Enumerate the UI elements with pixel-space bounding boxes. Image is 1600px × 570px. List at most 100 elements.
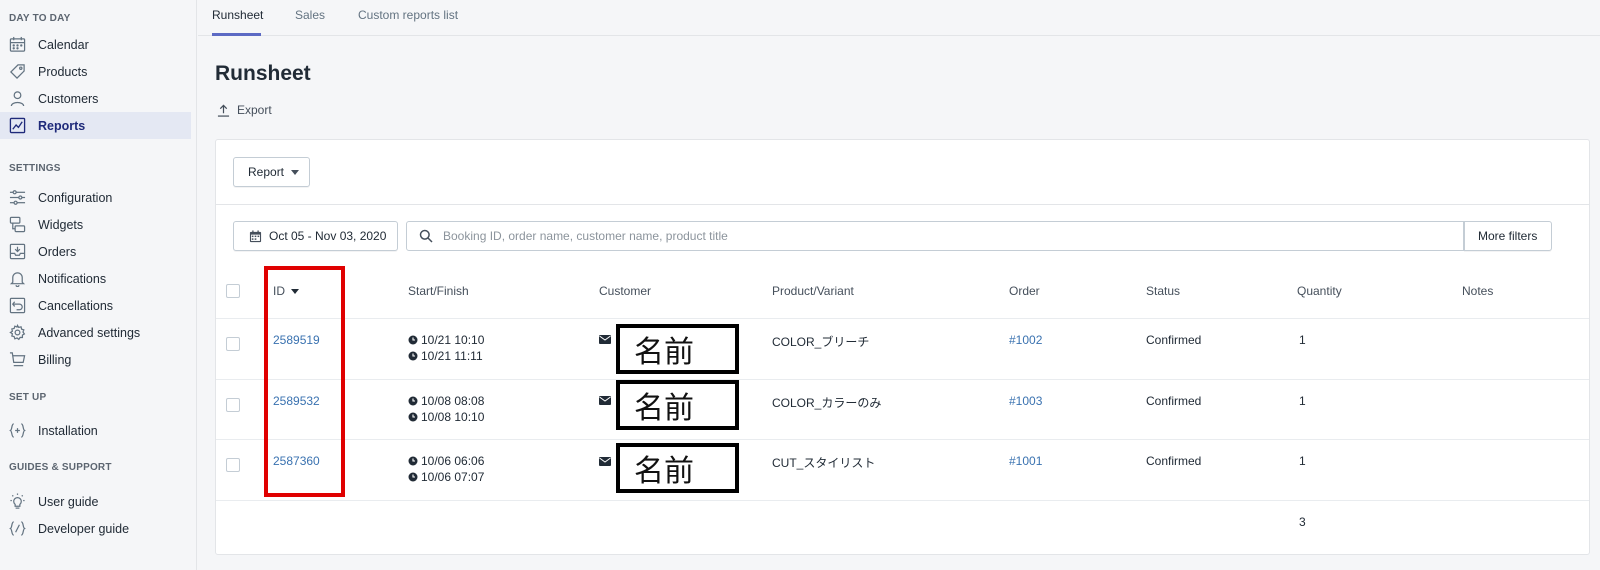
calendar-icon [8,36,26,54]
upload-icon [217,104,230,117]
widgets-icon [8,216,26,234]
search-input[interactable] [443,229,1343,243]
product-variant: COLOR_カラーのみ [772,396,882,410]
sidebar-item-installation[interactable]: Installation [0,417,191,444]
tab-sales[interactable]: Sales [295,8,325,22]
clock-icon [408,396,418,406]
product-variant: COLOR_ブリーチ [772,335,870,349]
sidebar-item-label: Billing [38,352,72,367]
customer-name: 名前 [616,443,739,493]
column-header-status: Status [1146,284,1181,298]
sidebar-item-cancellations[interactable]: Cancellations [0,292,191,319]
column-header-product: Product/Variant [772,284,854,298]
sidebar-item-label: Widgets [38,217,84,232]
clock-icon [408,335,418,345]
card-divider [216,204,1589,205]
start-finish-cell: 10/06 06:06 10/06 07:07 [408,453,484,485]
tab-runsheet[interactable]: Runsheet [212,8,263,22]
status-text: Confirmed [1146,333,1202,347]
sidebar-item-label: Customers [38,91,99,106]
order-link[interactable]: #1001 [1009,454,1042,468]
code-braces-icon [8,422,26,440]
bell-icon [8,270,26,288]
sliders-icon [8,189,26,207]
export-label: Export [237,103,272,117]
status-text: Confirmed [1146,454,1202,468]
section-title-set-up: SET UP [9,392,47,403]
column-header-order: Order [1009,284,1040,298]
report-dropdown[interactable]: Report [233,157,310,187]
order-link[interactable]: #1003 [1009,394,1042,408]
sidebar-item-products[interactable]: Products [0,58,191,85]
start-time: 10/21 10:10 [421,333,485,347]
row-divider [216,439,1589,440]
sidebar-item-customers[interactable]: Customers [0,85,191,112]
row-checkbox[interactable] [226,337,240,351]
clock-icon [408,412,418,422]
section-title-day-to-day: DAY TO DAY [9,13,71,24]
date-range-label: Oct 05 - Nov 03, 2020 [269,229,387,243]
finish-time: 10/21 11:11 [421,349,483,363]
section-title-settings: SETTINGS [9,163,61,174]
quantity-value: 1 [1299,394,1306,408]
export-button[interactable]: Export [217,103,272,117]
sidebar-item-widgets[interactable]: Widgets [0,211,191,238]
more-filters-button[interactable]: More filters [1464,221,1552,251]
mail-icon[interactable] [599,457,611,466]
column-header-quantity: Quantity [1297,284,1342,298]
gear-icon [8,324,26,342]
cart-icon [8,351,26,369]
clock-icon [408,456,418,466]
start-finish-cell: 10/08 08:08 10/08 10:10 [408,393,484,425]
active-tab-indicator [212,33,261,36]
search-field[interactable] [406,221,1464,251]
row-checkbox[interactable] [226,398,240,412]
total-quantity: 3 [1299,515,1306,529]
sidebar-item-label: Advanced settings [38,325,141,340]
inbox-icon [8,243,26,261]
finish-time: 10/06 07:07 [421,470,485,484]
mail-icon[interactable] [599,335,611,344]
section-title-guides-support: GUIDES & SUPPORT [9,462,112,473]
calendar-icon [249,229,262,242]
sidebar: DAY TO DAY Calendar Products Customers R… [0,0,197,570]
id-column-highlight [264,266,345,497]
sidebar-item-calendar[interactable]: Calendar [0,31,191,58]
cancel-icon [8,297,26,315]
start-time: 10/08 08:08 [421,394,485,408]
row-divider [216,379,1589,380]
quantity-value: 1 [1299,333,1306,347]
clock-icon [408,472,418,482]
column-header-notes: Notes [1462,284,1494,298]
chart-icon [8,117,26,135]
sidebar-item-label: Calendar [38,37,89,52]
select-all-checkbox[interactable] [226,284,240,298]
sidebar-item-orders[interactable]: Orders [0,238,191,265]
mail-icon[interactable] [599,396,611,405]
code-slash-icon [8,520,26,538]
page-title: Runsheet [215,62,311,85]
sidebar-item-configuration[interactable]: Configuration [0,184,191,211]
sidebar-item-user-guide[interactable]: User guide [0,488,191,515]
sidebar-item-notifications[interactable]: Notifications [0,265,191,292]
customer-name: 名前 [616,324,739,374]
sidebar-item-developer-guide[interactable]: Developer guide [0,515,191,542]
status-text: Confirmed [1146,394,1202,408]
sidebar-item-label: Developer guide [38,521,130,536]
quantity-value: 1 [1299,454,1306,468]
sidebar-item-advanced-settings[interactable]: Advanced settings [0,319,191,346]
lightbulb-icon [8,493,26,511]
column-header-start-finish: Start/Finish [408,284,469,298]
person-icon [8,90,26,108]
sidebar-item-reports[interactable]: Reports [0,112,191,139]
sidebar-item-label: Cancellations [38,298,114,313]
product-variant: CUT_スタイリスト [772,456,876,470]
customer-name: 名前 [616,380,739,430]
sidebar-item-billing[interactable]: Billing [0,346,191,373]
date-range-button[interactable]: Oct 05 - Nov 03, 2020 [233,221,398,251]
order-link[interactable]: #1002 [1009,333,1042,347]
sidebar-item-label: Orders [38,244,77,259]
sidebar-item-label: Configuration [38,190,113,205]
tab-custom-reports-list[interactable]: Custom reports list [358,8,458,22]
row-checkbox[interactable] [226,458,240,472]
